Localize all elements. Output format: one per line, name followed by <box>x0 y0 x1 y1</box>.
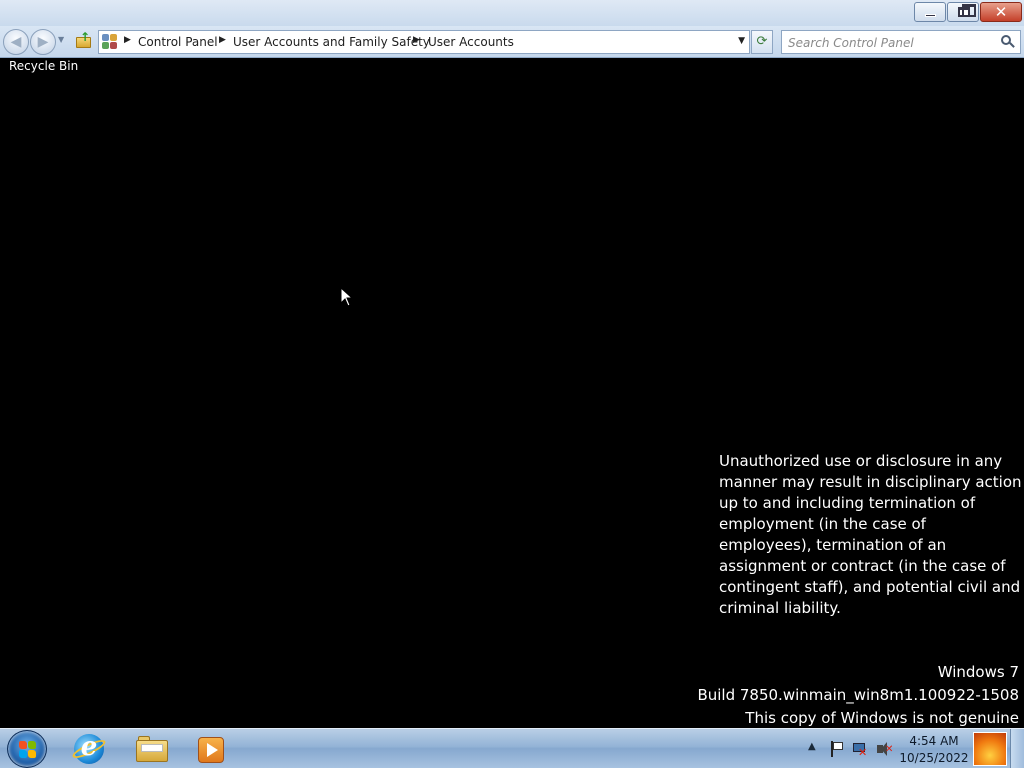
address-bar[interactable]: ▶ Control Panel ▶ User Accounts and Fami… <box>98 30 750 54</box>
system-clock[interactable]: 4:54 AM 10/25/2022 <box>896 733 972 767</box>
navigation-bar: ◀ ▶ ▼ ↑ ▶ Control Panel ▶ User Accounts … <box>0 26 1024 58</box>
mouse-cursor-icon <box>340 287 354 307</box>
refresh-button[interactable]: ⟳ <box>751 30 773 54</box>
up-button[interactable]: ↑ <box>75 30 93 50</box>
volume-muted-icon[interactable]: ✕ <box>876 741 893 757</box>
action-center-flag-icon[interactable] <box>829 741 845 757</box>
windows-watermark: Windows 7 Build 7850.winmain_win8m1.1009… <box>697 661 1019 730</box>
chevron-down-icon[interactable]: ▼ <box>738 36 745 46</box>
recycle-bin-label[interactable]: Recycle Bin <box>9 59 78 73</box>
chevron-right-icon[interactable]: ▶ <box>124 35 131 45</box>
network-icon[interactable]: ✕ <box>852 741 868 759</box>
chevron-right-icon[interactable]: ▶ <box>219 35 226 45</box>
forward-icon: ▶ <box>37 34 49 50</box>
window-titlebar: ✕ <box>0 0 1024 26</box>
close-button[interactable]: ✕ <box>980 2 1022 22</box>
breadcrumb-user-accounts[interactable]: User Accounts <box>428 35 514 49</box>
caption-buttons: ✕ <box>914 2 1022 22</box>
chevron-right-icon[interactable]: ▶ <box>413 35 420 45</box>
taskbar-internet-explorer[interactable]: e <box>62 732 116 766</box>
search-icon[interactable] <box>1001 35 1015 49</box>
refresh-icon: ⟳ <box>756 34 768 49</box>
restore-icon <box>958 4 976 17</box>
search-input[interactable] <box>788 35 993 50</box>
back-icon: ◀ <box>10 34 22 50</box>
start-button[interactable] <box>7 730 47 768</box>
legal-notice: Unauthorized use or disclosure in any ma… <box>719 452 1022 617</box>
folder-icon <box>136 736 168 762</box>
restore-button[interactable] <box>947 2 979 22</box>
clock-date: 10/25/2022 <box>899 751 969 765</box>
show-desktop-button[interactable] <box>1010 729 1024 768</box>
taskbar-media-player[interactable] <box>186 732 240 766</box>
breadcrumb-control-panel[interactable]: Control Panel <box>138 35 218 49</box>
watermark-os-name: Windows 7 <box>937 663 1019 681</box>
internet-explorer-icon: e <box>70 732 108 764</box>
clock-time: 4:54 AM <box>909 734 959 748</box>
minimize-button[interactable] <box>914 2 946 22</box>
recent-pages-dropdown[interactable]: ▼ <box>58 35 64 44</box>
watermark-genuine-notice: This copy of Windows is not genuine <box>745 709 1019 727</box>
media-player-icon <box>198 737 224 763</box>
windows-logo-icon <box>19 741 37 759</box>
user-picture-icon[interactable] <box>973 732 1007 766</box>
watermark-build: Build 7850.winmain_win8m1.100922-1508 <box>697 686 1019 704</box>
search-box[interactable] <box>781 30 1021 54</box>
show-hidden-icons-button[interactable]: ▲ <box>808 741 816 752</box>
breadcrumb-user-accounts-family-safety[interactable]: User Accounts and Family Safety <box>233 35 430 49</box>
forward-button[interactable]: ▶ <box>30 29 56 55</box>
minimize-icon <box>925 14 936 17</box>
taskbar: e ▲ ✕ ✕ 4:54 AM 10/25/2022 <box>0 728 1024 768</box>
taskbar-windows-explorer[interactable] <box>126 732 180 766</box>
control-panel-icon <box>102 34 118 50</box>
back-button[interactable]: ◀ <box>3 29 29 55</box>
close-icon: ✕ <box>994 3 1008 21</box>
